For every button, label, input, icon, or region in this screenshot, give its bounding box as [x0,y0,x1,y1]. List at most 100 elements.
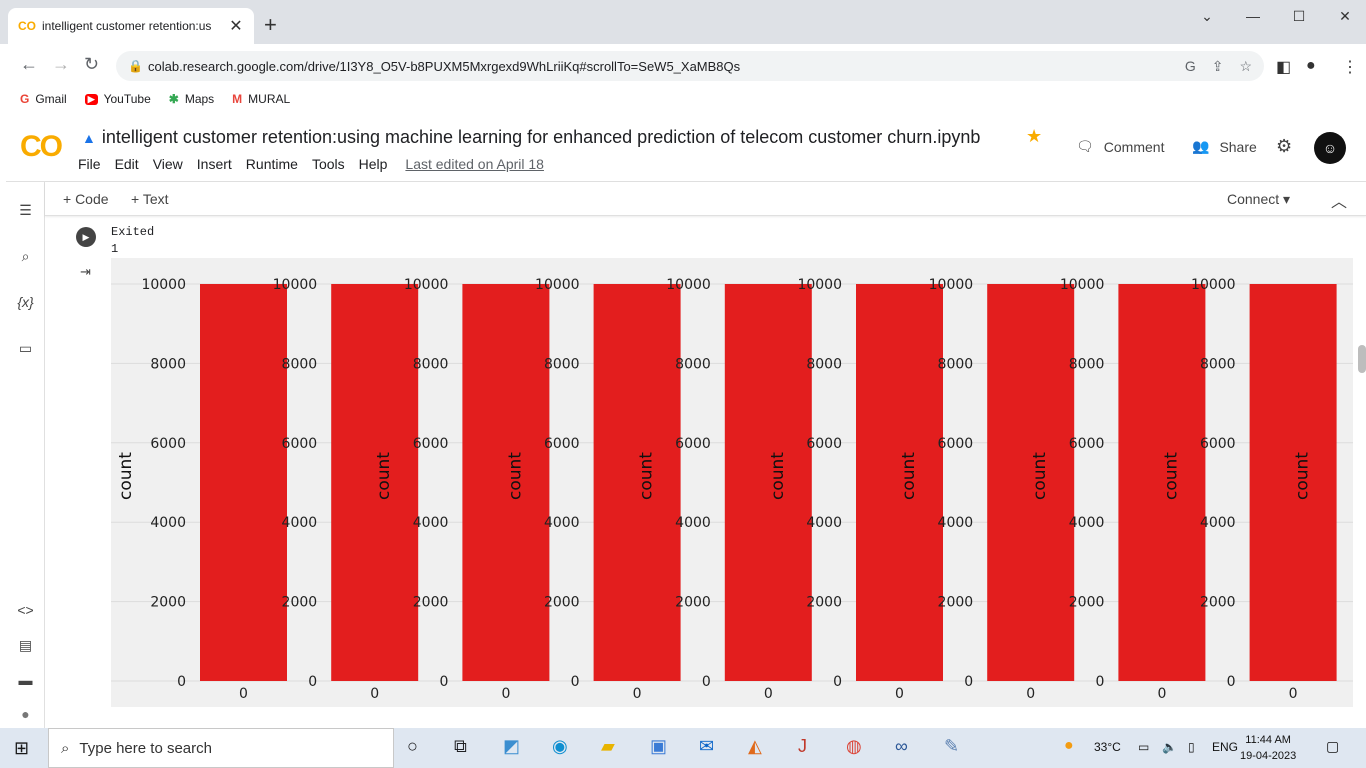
drive-icon[interactable]: ▲ [82,130,96,146]
google-lens-icon[interactable]: G [1185,58,1196,75]
bookmark-maps[interactable]: ✱ Maps [169,92,214,106]
mail-icon[interactable]: ✉ [699,736,714,757]
tab-search-icon[interactable]: ⌄ [1184,8,1230,25]
profile-icon[interactable]: ● [1306,57,1316,75]
bookmark-mural[interactable]: M MURAL [232,92,290,106]
y-tick-label: 0 [1095,674,1104,690]
matlab-icon[interactable]: ◭ [748,736,762,757]
add-code-button[interactable]: + Code [63,191,109,207]
address-bar[interactable]: 🔒 colab.research.google.com/drive/1I3Y8_… [116,51,1264,81]
menu-tools[interactable]: Tools [312,156,345,172]
edge-icon[interactable]: ◉ [552,736,568,757]
task-view-icon[interactable]: ⧉ [454,736,467,757]
avatar[interactable]: ☺ [1314,132,1346,164]
files-folder-icon[interactable]: ▭ [6,340,45,357]
forward-icon[interactable]: → [52,54,70,75]
weather-icon[interactable]: ● [1064,737,1074,755]
scrollbar-thumb[interactable] [1358,345,1366,373]
tab-close-icon[interactable]: ✕ [228,16,244,36]
add-text-button[interactable]: + Text [131,191,169,207]
y-axis-label: count [505,452,525,500]
y-tick-label: 6000 [544,436,580,452]
menu-edit[interactable]: Edit [115,156,139,172]
x-tick-label: 0 [501,686,510,702]
battery-icon[interactable]: ▯ [1188,740,1195,754]
bookmarks-bar: G Gmail ▶ YouTube ✱ Maps M MURAL [0,88,1366,110]
close-window-button[interactable]: ✕ [1322,8,1366,25]
windows-start-icon[interactable]: ⊞ [14,738,29,759]
minimize-button[interactable]: — [1230,8,1276,25]
notebook-title-text[interactable]: intelligent customer retention:using mac… [102,127,981,148]
menu-runtime[interactable]: Runtime [246,156,298,172]
y-tick-label: 6000 [1200,436,1236,452]
connect-button[interactable]: Connect ▾ [1227,191,1290,208]
y-tick-label: 6000 [282,436,318,452]
cortana-icon[interactable]: ○ [407,736,418,757]
settings-gear-icon[interactable]: ⚙ [1276,136,1292,157]
file-explorer-icon[interactable]: ▰ [601,736,615,757]
y-tick-label: 2000 [1069,595,1105,611]
network-icon[interactable]: ▭ [1138,740,1149,754]
share-page-icon[interactable]: ⇪ [1212,58,1224,75]
menu-file[interactable]: File [78,156,101,172]
volume-icon[interactable]: 🔈 [1162,740,1177,754]
app-loop-icon[interactable]: ∞ [895,736,908,757]
share-button[interactable]: 👥 Share [1192,138,1257,155]
star-icon[interactable]: ★ [1026,126,1042,147]
y-tick-label: 10000 [535,277,580,293]
paint-icon[interactable]: ✎ [944,736,959,757]
window-controls: ⌄ — ☐ ✕ [1184,8,1366,25]
y-tick-label: 6000 [675,436,711,452]
app-icon[interactable]: ◩ [503,736,520,757]
output-actions-icon[interactable]: ⇥ [80,264,91,280]
comment-icon: 🗨 [1076,138,1094,154]
java-icon[interactable]: J [798,736,807,757]
clock[interactable]: 11:44 AM 19-04-2023 [1240,732,1296,764]
mural-icon: M [232,92,243,106]
y-tick-label: 4000 [1200,515,1236,531]
run-cell-button[interactable]: ▶ [76,227,96,247]
menu-help[interactable]: Help [359,156,388,172]
notebook-title[interactable]: ▲ intelligent customer retention:using m… [82,127,980,148]
windows-taskbar: ⊞ ⌕ Type here to search ○ ⧉ ◩ ◉ ▰ ▣ ✉ ◭ … [0,728,1366,768]
browser-tab[interactable]: CO intelligent customer retention:us ✕ [8,8,254,44]
y-tick-label: 8000 [938,356,974,372]
bookmark-youtube[interactable]: ▶ YouTube [84,92,151,106]
command-palette-icon[interactable]: ▤ [6,637,45,654]
bookmark-gmail[interactable]: G Gmail [20,92,67,106]
side-panel-icon[interactable]: ◧ [1276,57,1291,77]
y-tick-label: 10000 [797,277,842,293]
notebook-toolbar: + Code + Text Connect ▾ ︿ [45,182,1366,216]
store-icon[interactable]: ▣ [650,736,667,757]
variables-icon[interactable]: {x} [6,294,45,310]
more-menu-icon[interactable]: ⋮ [1342,57,1358,77]
colab-logo[interactable]: CO [20,130,63,164]
collapse-header-icon[interactable]: ︿ [1331,188,1347,212]
reload-icon[interactable]: ↻ [84,54,99,75]
weather-temp[interactable]: 33°C [1094,740,1121,754]
menu-view[interactable]: View [153,156,183,172]
notifications-icon[interactable]: ▢ [1326,738,1339,755]
new-tab-button[interactable]: + [264,14,277,36]
y-tick-label: 2000 [413,595,449,611]
taskbar-search[interactable]: ⌕ Type here to search [48,728,394,768]
maximize-button[interactable]: ☐ [1276,8,1322,25]
table-of-contents-icon[interactable]: ☰ [6,202,45,219]
bookmark-star-icon[interactable]: ☆ [1239,58,1252,75]
search-icon[interactable]: ⌕ [6,248,45,265]
terminal-icon[interactable]: ▬ [6,672,45,688]
url-text[interactable]: colab.research.google.com/drive/1I3Y8_O5… [148,59,1185,74]
chrome-icon[interactable]: ◍ [846,736,862,757]
people-icon: 👥 [1192,138,1210,154]
last-edited-link[interactable]: Last edited on April 18 [405,156,544,172]
x-tick-label: 0 [370,686,379,702]
status-dot-icon: ● [21,706,30,722]
back-icon[interactable]: ← [20,54,38,75]
language-indicator[interactable]: ENG [1212,740,1238,754]
y-tick-label: 10000 [666,277,711,293]
comment-button[interactable]: 🗨 Comment [1076,138,1164,155]
colab-favicon-icon: CO [18,19,36,33]
code-snippets-icon[interactable]: <> [6,602,45,618]
menu-insert[interactable]: Insert [197,156,232,172]
y-tick-label: 8000 [150,356,186,372]
